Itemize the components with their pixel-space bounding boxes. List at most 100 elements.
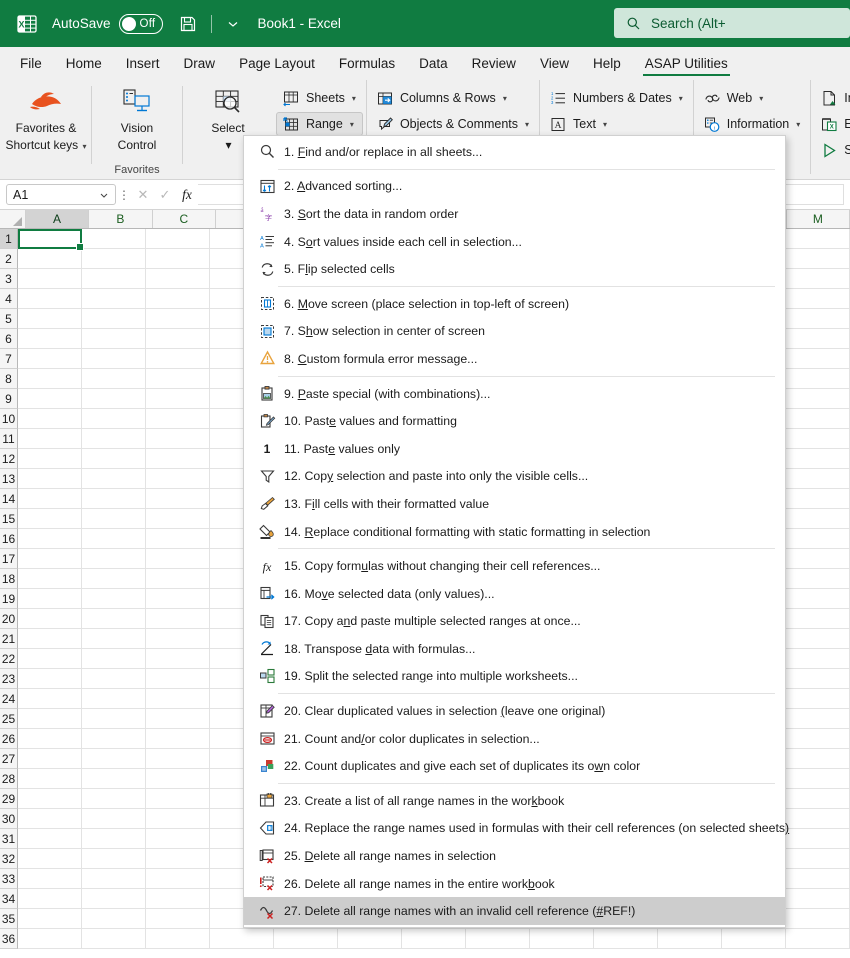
menu-item-13[interactable]: 13. Fill cells with their formatted valu… [244,490,785,518]
grid-cell-A31[interactable] [18,829,82,849]
grid-cell-A15[interactable] [18,509,82,529]
grid-cell-C7[interactable] [146,349,210,369]
grid-cell-B4[interactable] [82,289,146,309]
grid-cell-F36[interactable] [338,929,402,949]
grid-cell-B32[interactable] [82,849,146,869]
grid-cell-B20[interactable] [82,609,146,629]
grid-cell-A34[interactable] [18,889,82,909]
grid-cell-C26[interactable] [146,729,210,749]
grid-cell-C13[interactable] [146,469,210,489]
grid-cell-M20[interactable] [786,609,850,629]
grid-cell-A9[interactable] [18,389,82,409]
grid-cell-B22[interactable] [82,649,146,669]
grid-cell-A13[interactable] [18,469,82,489]
menu-item-1[interactable]: 1. Find and/or replace in all sheets... [244,138,785,166]
row-header-30[interactable]: 30 [0,809,18,829]
grid-cell-B17[interactable] [82,549,146,569]
grid-cell-M26[interactable] [786,729,850,749]
row-header-25[interactable]: 25 [0,709,18,729]
grid-cell-C11[interactable] [146,429,210,449]
grid-cell-A17[interactable] [18,549,82,569]
row-header-2[interactable]: 2 [0,249,18,269]
grid-cell-A36[interactable] [18,929,82,949]
grid-cell-M4[interactable] [786,289,850,309]
favorites-shortcut-keys-button[interactable]: Favorites & Shortcut keys ▾ [4,82,88,154]
tab-insert[interactable]: Insert [114,52,172,78]
range-dropdown-menu[interactable]: 1. Find and/or replace in all sheets... 2… [243,135,786,928]
text-button[interactable]: AText▾ [543,112,690,136]
grid-cell-C10[interactable] [146,409,210,429]
row-header-5[interactable]: 5 [0,309,18,329]
grid-cell-A7[interactable] [18,349,82,369]
grid-cell-M35[interactable] [786,909,850,929]
grid-cell-B11[interactable] [82,429,146,449]
grid-cell-C32[interactable] [146,849,210,869]
grid-cell-B33[interactable] [82,869,146,889]
grid-cell-C31[interactable] [146,829,210,849]
menu-item-12[interactable]: 12. Copy selection and paste into only t… [244,463,785,491]
menu-item-16[interactable]: 16. Move selected data (only values)... [244,580,785,608]
grid-cell-A18[interactable] [18,569,82,589]
grid-cell-M36[interactable] [786,929,850,949]
grid-cell-A33[interactable] [18,869,82,889]
grid-cell-M32[interactable] [786,849,850,869]
grid-cell-G36[interactable] [402,929,466,949]
grid-cell-C19[interactable] [146,589,210,609]
column-header-M[interactable]: M [787,210,850,228]
grid-cell-C5[interactable] [146,309,210,329]
grid-cell-K36[interactable] [658,929,722,949]
grid-cell-L36[interactable] [722,929,786,949]
grid-cell-C2[interactable] [146,249,210,269]
grid-cell-I36[interactable] [530,929,594,949]
row-header-9[interactable]: 9 [0,389,18,409]
grid-cell-M28[interactable] [786,769,850,789]
grid-cell-M16[interactable] [786,529,850,549]
tab-home[interactable]: Home [54,52,114,78]
row-header-18[interactable]: 18 [0,569,18,589]
grid-cell-A32[interactable] [18,849,82,869]
row-header-31[interactable]: 31 [0,829,18,849]
row-header-13[interactable]: 13 [0,469,18,489]
grid-cell-D36[interactable] [210,929,274,949]
column-header-C[interactable]: C [153,210,216,228]
grid-cell-B34[interactable] [82,889,146,909]
menu-item-2[interactable]: 2. Advanced sorting... [244,173,785,201]
column-header-B[interactable]: B [89,210,152,228]
row-header-33[interactable]: 33 [0,869,18,889]
grid-cell-A11[interactable] [18,429,82,449]
grid-cell-M15[interactable] [786,509,850,529]
range-button[interactable]: Range▾ [276,112,363,136]
grid-cell-M31[interactable] [786,829,850,849]
tab-draw[interactable]: Draw [172,52,228,78]
menu-item-15[interactable]: fx15. Copy formulas without changing the… [244,552,785,580]
grid-cell-B26[interactable] [82,729,146,749]
grid-cell-C1[interactable] [146,229,210,249]
row-header-12[interactable]: 12 [0,449,18,469]
menu-item-23[interactable]: 23. Create a list of all range names in … [244,787,785,815]
row-header-21[interactable]: 21 [0,629,18,649]
grid-cell-A4[interactable] [18,289,82,309]
grid-cell-C15[interactable] [146,509,210,529]
grid-cell-B12[interactable] [82,449,146,469]
row-header-35[interactable]: 35 [0,909,18,929]
grid-cell-M5[interactable] [786,309,850,329]
grid-cell-C34[interactable] [146,889,210,909]
grid-cell-B27[interactable] [82,749,146,769]
grid-cell-A30[interactable] [18,809,82,829]
grid-cell-A3[interactable] [18,269,82,289]
grid-cell-B31[interactable] [82,829,146,849]
row-header-3[interactable]: 3 [0,269,18,289]
grid-cell-M14[interactable] [786,489,850,509]
grid-cell-B36[interactable] [82,929,146,949]
grid-cell-M8[interactable] [786,369,850,389]
grid-cell-B24[interactable] [82,689,146,709]
menu-item-24[interactable]: 24. Replace the range names used in form… [244,815,785,843]
grid-cell-C8[interactable] [146,369,210,389]
grid-cell-C35[interactable] [146,909,210,929]
tab-help[interactable]: Help [581,52,633,78]
grid-cell-C28[interactable] [146,769,210,789]
row-header-27[interactable]: 27 [0,749,18,769]
cancel-x-icon[interactable]: ✕ [132,187,154,203]
grid-cell-M6[interactable] [786,329,850,349]
row-header-26[interactable]: 26 [0,729,18,749]
